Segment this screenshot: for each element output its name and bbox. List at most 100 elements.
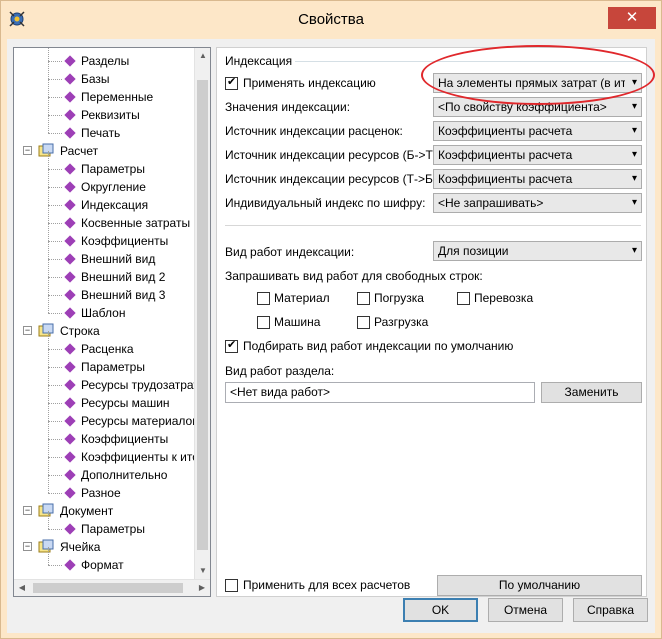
source-rates-select[interactable]: Коэффициенты расчета ▾ bbox=[433, 121, 642, 141]
tree-connector bbox=[48, 223, 49, 241]
item-diamond-icon bbox=[64, 127, 76, 139]
indexing-values-select[interactable]: <По свойству коэффициента> ▾ bbox=[433, 97, 642, 117]
source-res-bt-select[interactable]: Коэффициенты расчета ▾ bbox=[433, 145, 642, 165]
tree-connector bbox=[48, 295, 62, 296]
loading-checkbox[interactable] bbox=[357, 292, 370, 305]
tree-item[interactable]: Разное bbox=[14, 475, 194, 502]
tree-horizontal-scrollbar[interactable]: ◀ ▶ bbox=[14, 579, 210, 596]
tree-connector bbox=[48, 547, 49, 565]
tree-item[interactable]: Расценка bbox=[14, 331, 194, 358]
tree-connector bbox=[48, 403, 49, 421]
tree-item[interactable]: Разделы bbox=[14, 48, 194, 70]
item-diamond-icon bbox=[64, 199, 76, 211]
item-diamond-icon bbox=[64, 181, 76, 193]
tree-item[interactable]: Внешний вид bbox=[14, 241, 194, 268]
tree-item-label: Шаблон bbox=[81, 306, 126, 320]
scroll-down-icon[interactable]: ▼ bbox=[195, 563, 210, 579]
title-bar[interactable]: Свойства ✕ bbox=[1, 1, 661, 39]
tree-item[interactable]: Косвенные затраты bbox=[14, 205, 194, 232]
collapse-icon[interactable]: − bbox=[23, 542, 32, 551]
replace-button[interactable]: Заменить bbox=[541, 382, 642, 403]
section-divider bbox=[225, 225, 641, 226]
material-checkbox[interactable] bbox=[257, 292, 270, 305]
scrollbar-thumb[interactable] bbox=[197, 80, 208, 550]
tree-category[interactable]: − Строка bbox=[14, 322, 194, 340]
tree-item[interactable]: Формат bbox=[14, 547, 194, 574]
collapse-icon[interactable]: − bbox=[23, 146, 32, 155]
tree-connector bbox=[48, 79, 49, 97]
tree-item[interactable]: Дополнительно bbox=[14, 457, 194, 484]
tree-item[interactable]: Коэффициенты к итогу bbox=[14, 439, 209, 466]
default-work-type-checkbox[interactable] bbox=[225, 338, 238, 353]
tree-category-label: Строка bbox=[60, 324, 100, 338]
window-title: Свойства bbox=[298, 11, 364, 28]
tree-item[interactable]: Индексация bbox=[14, 187, 194, 214]
apply-indexing-checkbox[interactable] bbox=[225, 75, 238, 90]
tree-item[interactable]: Переменные bbox=[14, 79, 194, 106]
help-button[interactable]: Справка bbox=[573, 598, 648, 622]
unloading-checkbox[interactable] bbox=[357, 316, 370, 329]
tree-connector bbox=[48, 493, 62, 494]
scrollbar-thumb[interactable] bbox=[33, 583, 183, 593]
apply-indexing-select[interactable]: На элементы прямых затрат (в итог) ▾ bbox=[433, 73, 642, 93]
tree-item[interactable]: Параметры bbox=[14, 349, 194, 376]
tree-connector bbox=[48, 313, 62, 314]
close-icon: ✕ bbox=[625, 9, 639, 26]
tree-category[interactable]: − Расчет bbox=[14, 142, 194, 160]
tree-item-label: Округление bbox=[81, 180, 146, 194]
tree-item[interactable]: Печать bbox=[14, 115, 194, 142]
tree-item[interactable]: Параметры bbox=[14, 511, 194, 538]
category-icon bbox=[38, 143, 54, 159]
item-diamond-icon bbox=[64, 415, 76, 427]
tree-item[interactable]: Внешний вид 3 bbox=[14, 277, 194, 304]
scroll-up-icon[interactable]: ▲ bbox=[195, 48, 210, 64]
tree-item[interactable]: Ресурсы материалов bbox=[14, 403, 199, 430]
tree-item[interactable]: Реквизиты bbox=[14, 97, 194, 124]
machine-checkbox[interactable] bbox=[257, 316, 270, 329]
tree-vertical-scrollbar[interactable]: ▲ ▼ bbox=[194, 48, 210, 579]
tree-connector bbox=[48, 511, 49, 529]
item-diamond-icon bbox=[64, 217, 76, 229]
tree-item[interactable]: Коэффициенты bbox=[14, 223, 194, 250]
source-res-tb-select[interactable]: Коэффициенты расчета ▾ bbox=[433, 169, 642, 189]
collapse-icon[interactable]: − bbox=[23, 326, 32, 335]
settings-tree[interactable]: Разделы Базы Переменные Реквизиты Печать − Рас… bbox=[13, 47, 211, 597]
cancel-button[interactable]: Отмена bbox=[488, 598, 563, 622]
tree-item-label: Базы bbox=[81, 72, 110, 86]
tree-item[interactable]: Внешний вид 2 bbox=[14, 259, 194, 286]
tree-category[interactable]: − Документ bbox=[14, 502, 194, 520]
tree-item-label: Формат bbox=[81, 558, 124, 572]
scroll-left-icon[interactable]: ◀ bbox=[14, 580, 30, 596]
collapse-icon[interactable]: − bbox=[23, 506, 32, 515]
tree-connector bbox=[48, 133, 62, 134]
tree-item-label: Параметры bbox=[81, 360, 145, 374]
transport-checkbox[interactable] bbox=[457, 292, 470, 305]
tree-item[interactable]: Ресурсы трудозатрат bbox=[14, 367, 199, 394]
tree-item[interactable]: Коэффициенты bbox=[14, 421, 194, 448]
item-diamond-icon bbox=[64, 235, 76, 247]
ok-button[interactable]: OK bbox=[403, 598, 478, 622]
default-button[interactable]: По умолчанию bbox=[437, 575, 642, 596]
indexing-panel: Индексация Применять индексацию На элеме… bbox=[216, 47, 647, 597]
chevron-down-icon: ▾ bbox=[631, 77, 637, 88]
scroll-right-icon[interactable]: ▶ bbox=[194, 580, 210, 596]
apply-all-label: Применить для всех расчетов bbox=[243, 578, 411, 592]
item-diamond-icon bbox=[64, 289, 76, 301]
section-work-type-field[interactable]: <Нет вида работ> bbox=[225, 382, 535, 403]
tree-item[interactable]: Округление bbox=[14, 169, 194, 196]
tree-item[interactable]: Базы bbox=[14, 61, 194, 88]
tree-connector bbox=[48, 457, 62, 458]
work-type-select[interactable]: Для позиции ▾ bbox=[433, 241, 642, 261]
individual-index-select[interactable]: <Не запрашивать> ▾ bbox=[433, 193, 642, 213]
tree-item[interactable]: Ресурсы машин bbox=[14, 385, 194, 412]
close-button[interactable]: ✕ bbox=[608, 7, 656, 29]
tree-category-label: Ячейка bbox=[60, 540, 101, 554]
tree-item[interactable]: Параметры bbox=[14, 151, 194, 178]
tree-item[interactable]: Шаблон bbox=[14, 295, 194, 322]
source-res-bt-label: Источник индексации ресурсов (Б->Т): bbox=[225, 148, 441, 162]
tree-connector bbox=[48, 79, 62, 80]
source-res-tb-label: Источник индексации ресурсов (Т->Б): bbox=[225, 172, 441, 186]
tree-category[interactable]: − Ячейка bbox=[14, 538, 194, 556]
apply-all-checkbox[interactable] bbox=[225, 579, 238, 592]
tree-connector bbox=[48, 169, 62, 170]
